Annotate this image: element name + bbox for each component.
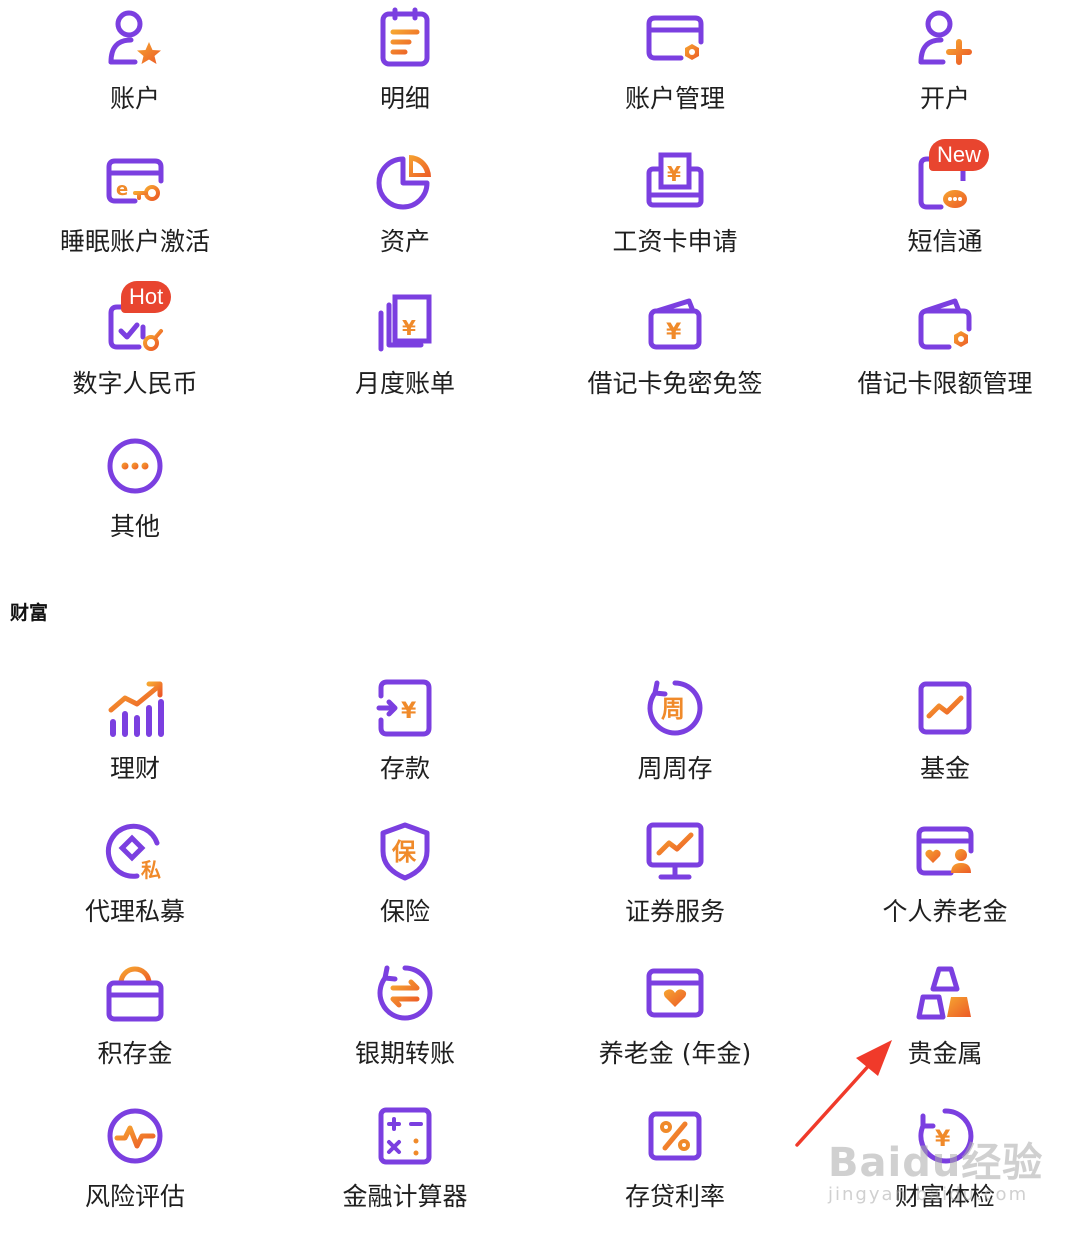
- service-assets[interactable]: 资产: [270, 143, 540, 286]
- service-label: 代理私募: [0, 895, 270, 929]
- fund-chart-icon: [915, 678, 975, 738]
- private-fund-icon: 私: [105, 821, 165, 881]
- service-label: 睡眠账户激活: [0, 225, 270, 259]
- document-list-icon: [375, 8, 435, 68]
- new-badge: New: [929, 139, 989, 171]
- service-details[interactable]: 明细: [270, 0, 540, 143]
- service-open-account[interactable]: 开户: [810, 0, 1080, 143]
- service-account[interactable]: 账户: [0, 0, 270, 143]
- securities-monitor-icon: [645, 821, 705, 881]
- service-label: 周周存: [540, 752, 810, 786]
- svg-text:¥: ¥: [401, 699, 417, 724]
- watermark-main: Baidu经验: [828, 1130, 1043, 1188]
- service-other[interactable]: 其他: [0, 428, 270, 571]
- service-label: 开户: [810, 82, 1080, 116]
- insurance-glyph: 保: [391, 838, 417, 866]
- service-debit-card-password-free[interactable]: ¥ 借记卡免密免签: [540, 285, 810, 428]
- growth-chart-icon: [105, 678, 165, 738]
- watermark-sub: jingyan.baidu.com: [828, 1184, 1043, 1205]
- service-label: 理财: [0, 752, 270, 786]
- card-key-icon: e: [105, 151, 165, 211]
- service-securities[interactable]: 证券服务: [540, 815, 810, 958]
- service-label: 积存金: [0, 1037, 270, 1071]
- service-label: 其他: [0, 510, 270, 544]
- insurance-shield-icon: 保: [375, 821, 435, 881]
- service-label: 存贷利率: [540, 1180, 810, 1214]
- service-insurance[interactable]: 保 保险: [270, 815, 540, 958]
- service-label: 基金: [810, 752, 1080, 786]
- service-label: 存款: [270, 752, 540, 786]
- service-debit-card-limit-management[interactable]: 借记卡限额管理: [810, 285, 1080, 428]
- service-account-management[interactable]: 账户管理: [540, 0, 810, 143]
- calculator-icon: [375, 1106, 435, 1166]
- service-risk-assessment[interactable]: 风险评估: [0, 1100, 270, 1242]
- service-label: 证券服务: [540, 895, 810, 929]
- precious-metal-icon: [915, 963, 975, 1023]
- service-label: 短信通: [810, 225, 1080, 259]
- svg-text:¥: ¥: [402, 316, 416, 340]
- service-personal-pension[interactable]: 个人养老金: [810, 815, 1080, 958]
- section-title-wealth: 财富: [10, 598, 48, 625]
- service-deposit-loan-rates[interactable]: 存贷利率: [540, 1100, 810, 1242]
- service-sms-notification[interactable]: New 短信通: [810, 143, 1080, 286]
- service-precious-metals[interactable]: 贵金属: [810, 957, 1080, 1100]
- service-wealth-management[interactable]: 理财: [0, 672, 270, 815]
- weekly-glyph: 周: [661, 695, 685, 723]
- card-gear-icon: [645, 8, 705, 68]
- service-label: 数字人民币: [0, 367, 270, 401]
- user-star-icon: [105, 8, 165, 68]
- service-gold-accumulation[interactable]: 积存金: [0, 957, 270, 1100]
- service-weekly-deposit[interactable]: 周 周周存: [540, 672, 810, 815]
- service-bank-futures-transfer[interactable]: 银期转账: [270, 957, 540, 1100]
- account-services-grid: 账户 明细 账户管理 开户 e 睡眠账户激活 资产 ¥ 工资卡申请: [0, 0, 1080, 570]
- service-label: 账户管理: [540, 82, 810, 116]
- service-label: 养老金 (年金): [540, 1037, 810, 1071]
- annuity-card-icon: [645, 963, 705, 1023]
- debit-card-limit-icon: [915, 293, 975, 353]
- service-label: 保险: [270, 895, 540, 929]
- service-annuity[interactable]: 养老金 (年金): [540, 957, 810, 1100]
- interest-rate-icon: [645, 1106, 705, 1166]
- baidu-watermark: Baidu经验 jingyan.baidu.com: [828, 1130, 1043, 1205]
- monthly-bill-icon: ¥: [375, 293, 435, 353]
- service-label: 账户: [0, 82, 270, 116]
- service-label: 借记卡限额管理: [810, 367, 1080, 401]
- pie-chart-icon: [375, 151, 435, 211]
- gold-savings-bag-icon: [105, 963, 165, 1023]
- service-label: 明细: [270, 82, 540, 116]
- service-label: 风险评估: [0, 1180, 270, 1214]
- weekly-deposit-icon: 周: [645, 678, 705, 738]
- private-glyph: 私: [141, 858, 161, 882]
- svg-text:¥: ¥: [666, 320, 682, 345]
- deposit-icon: ¥: [375, 678, 435, 738]
- service-dormant-account-activation[interactable]: e 睡眠账户激活: [0, 143, 270, 286]
- service-salary-card-application[interactable]: ¥ 工资卡申请: [540, 143, 810, 286]
- svg-text:¥: ¥: [667, 162, 681, 186]
- debit-card-wallet-icon: ¥: [645, 293, 705, 353]
- service-fund[interactable]: 基金: [810, 672, 1080, 815]
- service-label: 月度账单: [270, 367, 540, 401]
- service-label: 资产: [270, 225, 540, 259]
- service-label: 金融计算器: [270, 1180, 540, 1214]
- svg-text:e: e: [116, 179, 128, 200]
- bank-futures-transfer-icon: [375, 963, 435, 1023]
- salary-card-icon: ¥: [645, 151, 705, 211]
- service-label: 个人养老金: [810, 895, 1080, 929]
- hot-badge: Hot: [121, 281, 171, 313]
- service-label: 银期转账: [270, 1037, 540, 1071]
- service-label: 借记卡免密免签: [540, 367, 810, 401]
- service-deposit[interactable]: ¥ 存款: [270, 672, 540, 815]
- user-add-icon: [915, 8, 975, 68]
- service-label: 贵金属: [810, 1037, 1080, 1071]
- service-label: 工资卡申请: [540, 225, 810, 259]
- risk-assessment-icon: [105, 1106, 165, 1166]
- service-financial-calculator[interactable]: 金融计算器: [270, 1100, 540, 1242]
- service-private-fund-agency[interactable]: 私 代理私募: [0, 815, 270, 958]
- more-icon: [105, 436, 165, 496]
- service-monthly-bill[interactable]: ¥ 月度账单: [270, 285, 540, 428]
- pension-card-icon: [915, 821, 975, 881]
- service-digital-rmb[interactable]: Hot 数字人民币: [0, 285, 270, 428]
